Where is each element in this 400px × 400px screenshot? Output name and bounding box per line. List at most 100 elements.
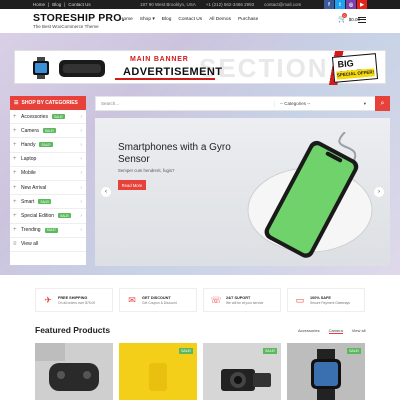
sale-badge: SALE! bbox=[42, 128, 56, 134]
feature-title: 100% SAFE bbox=[310, 295, 331, 300]
facebook-icon[interactable]: f bbox=[324, 0, 334, 9]
feature-title: GET DISCOUNT bbox=[142, 295, 171, 300]
nav-all-demos[interactable]: All Demos bbox=[209, 17, 231, 22]
gamepad-image bbox=[35, 343, 113, 400]
big-sale-tag: BIG SALE SPECIAL OFFER! bbox=[331, 53, 379, 83]
sale-badge: SALE! bbox=[44, 227, 58, 233]
product-watch[interactable]: SALE! bbox=[287, 343, 365, 400]
chevron-right-icon: › bbox=[378, 189, 380, 195]
plus-icon: + bbox=[13, 184, 17, 191]
chevron-left-icon: ‹ bbox=[105, 189, 107, 195]
featured-tabs: Accessories Camera View all bbox=[298, 328, 366, 334]
nav-contact[interactable]: Contact Us bbox=[178, 17, 202, 22]
chevron-right-icon: › bbox=[80, 170, 82, 177]
banner-main-label: MAIN BANNER bbox=[130, 56, 189, 63]
chevron-right-icon: › bbox=[80, 113, 82, 120]
top-link-home[interactable]: Home bbox=[33, 2, 45, 7]
menu-icon: ≡ bbox=[13, 241, 17, 248]
feature-text: FREE SHIPPING On all orders over $75.00 bbox=[58, 296, 95, 305]
sidebar-item-label: Camera bbox=[21, 127, 39, 134]
slide-subtitle: Semper cum hendrerit, fugis? bbox=[118, 168, 175, 173]
nav-shop[interactable]: Shop ▾ bbox=[140, 17, 155, 22]
nav-blog[interactable]: Blog bbox=[162, 17, 172, 22]
address-text: 187 90 West Brooklyn, USA bbox=[140, 2, 196, 7]
feature-desc: Secure Payment Gateways bbox=[310, 300, 350, 305]
chevron-down-icon: ▾ bbox=[363, 101, 366, 106]
sidebar-item-label: Handy bbox=[21, 141, 36, 148]
feature-box: ✉ GET DISCOUNT Get Coupon & Discount bbox=[119, 288, 197, 312]
feature-text: 24/7 SUPORT We will be at your service bbox=[226, 296, 263, 305]
tab-accessories[interactable]: Accessories bbox=[298, 328, 320, 334]
product-gamepad[interactable] bbox=[35, 343, 113, 400]
tab-view-all[interactable]: View all bbox=[352, 328, 366, 334]
sidebar-item-camera[interactable]: + Camera SALE! › bbox=[10, 124, 86, 139]
sidebar-item-smart[interactable]: + Smart SALE! › bbox=[10, 195, 86, 210]
plus-icon: + bbox=[13, 198, 17, 205]
sidebar-item-label: Smart bbox=[21, 198, 35, 205]
sidebar-item-handy[interactable]: + Handy SALE! › bbox=[10, 138, 86, 153]
nav-home[interactable]: Home bbox=[120, 17, 133, 22]
feature-box: ☏ 24/7 SUPORT We will be at your service bbox=[203, 288, 281, 312]
read-more-button[interactable]: Read More bbox=[118, 180, 146, 190]
feature-box: ▭ 100% SAFE Secure Payment Gateways bbox=[287, 288, 365, 312]
chevron-right-icon: › bbox=[80, 127, 82, 134]
slider-next-button[interactable]: › bbox=[374, 187, 384, 197]
vr-headset-icon bbox=[59, 60, 105, 77]
category-select[interactable]: -- Categories -- ▾ bbox=[274, 101, 370, 107]
category-sidebar-header[interactable]: ☰ SHOP BY CATEGORIES bbox=[10, 96, 86, 110]
sidebar-item-mobile[interactable]: + Mobile › bbox=[10, 167, 86, 181]
site-logo[interactable]: STORESHIP PRO. bbox=[33, 12, 125, 24]
sale-badge: SALE! bbox=[58, 213, 72, 219]
plane-icon: ✈ bbox=[44, 294, 52, 305]
hamburger-menu-icon[interactable] bbox=[358, 17, 366, 23]
feature-box: ✈ FREE SHIPPING On all orders over $75.00 bbox=[35, 288, 113, 312]
slide-title: Smartphones with a Gyro Sensor bbox=[118, 142, 231, 165]
chevron-right-icon: › bbox=[80, 198, 82, 205]
sidebar-item-label: Trending bbox=[21, 227, 41, 234]
social-links: f t ◎ ▶ bbox=[324, 0, 367, 9]
plus-icon: + bbox=[13, 156, 17, 163]
headset-icon: ☏ bbox=[210, 294, 222, 305]
smartwatch-icon bbox=[33, 57, 49, 79]
tab-camera[interactable]: Camera bbox=[328, 328, 343, 334]
feature-title: 24/7 SUPORT bbox=[226, 295, 251, 300]
category-list: + Accessories SALE! › + Camera SALE! › + Handy SAL… bbox=[10, 110, 86, 252]
sidebar-item-new-arrival[interactable]: + New Arrival › bbox=[10, 181, 86, 196]
chevron-down-icon: ▾ bbox=[152, 17, 155, 22]
search-icon: ⌕ bbox=[380, 99, 385, 107]
slider-prev-button[interactable]: ‹ bbox=[101, 187, 111, 197]
site-tagline: The Best WooCommerce Theme bbox=[33, 24, 99, 29]
card-icon: ▭ bbox=[295, 294, 305, 305]
sale-badge: SALE! bbox=[179, 348, 193, 354]
feature-title: FREE SHIPPING bbox=[58, 295, 88, 300]
sidebar-item-view-all[interactable]: ≡ View all bbox=[10, 238, 86, 252]
plus-icon: + bbox=[13, 212, 17, 219]
sidebar-item-special-edition[interactable]: + Special Edition SALE! › bbox=[10, 209, 86, 224]
menu-icon: ☰ bbox=[14, 100, 19, 106]
product-grid: SALE! SALE! SALE! bbox=[35, 343, 365, 400]
sale-badge: SALE! bbox=[38, 199, 52, 205]
product-yellow[interactable]: SALE! bbox=[119, 343, 197, 400]
top-link-blog[interactable]: Blog bbox=[52, 2, 61, 7]
nav-purchase[interactable]: Purchase bbox=[238, 17, 258, 22]
plus-icon: + bbox=[13, 227, 17, 234]
cart-button[interactable]: 🛒 0 $0.00 bbox=[338, 13, 360, 23]
search-button[interactable]: ⌕ bbox=[375, 96, 390, 111]
sidebar-item-label: Laptop bbox=[21, 156, 37, 163]
instagram-icon[interactable]: ◎ bbox=[346, 0, 356, 9]
top-link-contact[interactable]: Contact Us bbox=[68, 2, 90, 7]
featured-products-title: Featured Products bbox=[35, 325, 111, 335]
sidebar-item-trending[interactable]: + Trending SALE! › bbox=[10, 224, 86, 238]
youtube-icon[interactable]: ▶ bbox=[357, 0, 367, 9]
email-text[interactable]: contact@mail.com bbox=[264, 2, 301, 7]
twitter-icon[interactable]: t bbox=[335, 0, 345, 9]
search-input[interactable]: Search... bbox=[101, 101, 119, 106]
gift-icon: ✉ bbox=[128, 294, 136, 305]
advertisement-banner[interactable]: SECTION MAIN BANNER ADVERTISEMENT BIG SA… bbox=[14, 50, 386, 85]
plus-icon: + bbox=[13, 127, 17, 134]
sidebar-item-label: Special Edition bbox=[21, 212, 55, 219]
sidebar-item-accessories[interactable]: + Accessories SALE! › bbox=[10, 110, 86, 125]
sidebar-item-laptop[interactable]: + Laptop › bbox=[10, 153, 86, 167]
banner-advertisement-label: ADVERTISEMENT bbox=[123, 66, 223, 78]
product-camera[interactable]: SALE! bbox=[203, 343, 281, 400]
